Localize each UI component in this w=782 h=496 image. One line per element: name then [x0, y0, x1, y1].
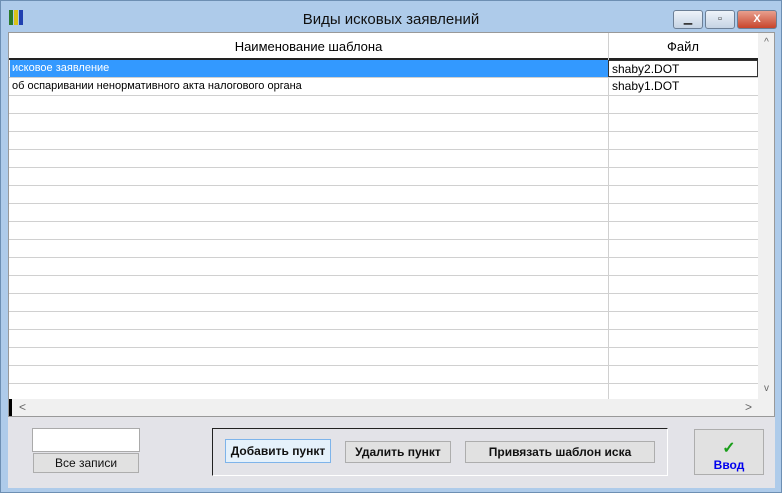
add-item-button[interactable]: Добавить пункт — [225, 439, 331, 463]
empty-table-row[interactable] — [9, 348, 758, 366]
scroll-left-icon[interactable]: < — [19, 400, 26, 414]
empty-table-row[interactable] — [9, 168, 758, 186]
templates-grid: Наименование шаблона Файл исковое заявле… — [8, 32, 775, 417]
empty-table-row[interactable] — [9, 96, 758, 114]
empty-table-row[interactable] — [9, 240, 758, 258]
template-file-cell[interactable]: shaby2.DOT — [608, 60, 758, 77]
grid-header: Наименование шаблона Файл — [9, 33, 758, 60]
empty-table-row[interactable] — [9, 366, 758, 384]
checkmark-icon: ✓ — [722, 440, 736, 457]
table-row[interactable]: исковое заявление shaby2.DOT — [9, 60, 758, 78]
empty-table-row[interactable] — [9, 222, 758, 240]
empty-table-row[interactable] — [9, 204, 758, 222]
scroll-down-icon[interactable]: v — [758, 383, 774, 394]
horizontal-scrollbar[interactable]: < > — [9, 399, 774, 416]
delete-item-button[interactable]: Удалить пункт — [345, 441, 451, 463]
template-file-cell[interactable]: shaby1.DOT — [608, 78, 758, 95]
maximize-button[interactable]: ▫ — [705, 10, 735, 29]
filter-input[interactable] — [32, 428, 140, 452]
close-button[interactable]: X — [737, 10, 777, 29]
template-name-cell[interactable]: об оспаривании ненормативного акта налог… — [10, 78, 608, 95]
all-records-button[interactable]: Все записи — [33, 453, 139, 473]
title-bar: Виды исковых заявлений ▁ ▫ X — [1, 1, 781, 32]
template-name-cell[interactable]: исковое заявление — [10, 60, 608, 77]
table-row[interactable]: об оспаривании ненормативного акта налог… — [9, 78, 758, 96]
empty-table-row[interactable] — [9, 330, 758, 348]
empty-table-row[interactable] — [9, 258, 758, 276]
minimize-button[interactable]: ▁ — [673, 10, 703, 29]
empty-table-row[interactable] — [9, 276, 758, 294]
column-header-file[interactable]: Файл — [608, 39, 758, 54]
column-header-name[interactable]: Наименование шаблона — [9, 39, 608, 54]
empty-table-row[interactable] — [9, 114, 758, 132]
vertical-scrollbar[interactable]: ^ v — [758, 33, 774, 399]
empty-table-row[interactable] — [9, 186, 758, 204]
scroll-right-icon[interactable]: > — [745, 400, 752, 414]
scroll-up-icon[interactable]: ^ — [758, 37, 774, 48]
window-title: Виды исковых заявлений — [302, 11, 480, 28]
grid-rows: исковое заявление shaby2.DOT об оспаривани… — [9, 60, 758, 402]
attach-template-button[interactable]: Привязать шаблон иска — [465, 441, 655, 463]
enter-button[interactable]: ✓ Ввод — [694, 429, 764, 475]
client-area: Наименование шаблона Файл исковое заявле… — [8, 32, 775, 488]
window: Виды исковых заявлений ▁ ▫ X Наименовани… — [0, 0, 782, 493]
empty-table-row[interactable] — [9, 132, 758, 150]
empty-table-row[interactable] — [9, 294, 758, 312]
scroll-position-marker — [9, 399, 12, 416]
empty-table-row[interactable] — [9, 312, 758, 330]
empty-table-row[interactable] — [9, 150, 758, 168]
enter-label: Ввод — [713, 458, 745, 472]
